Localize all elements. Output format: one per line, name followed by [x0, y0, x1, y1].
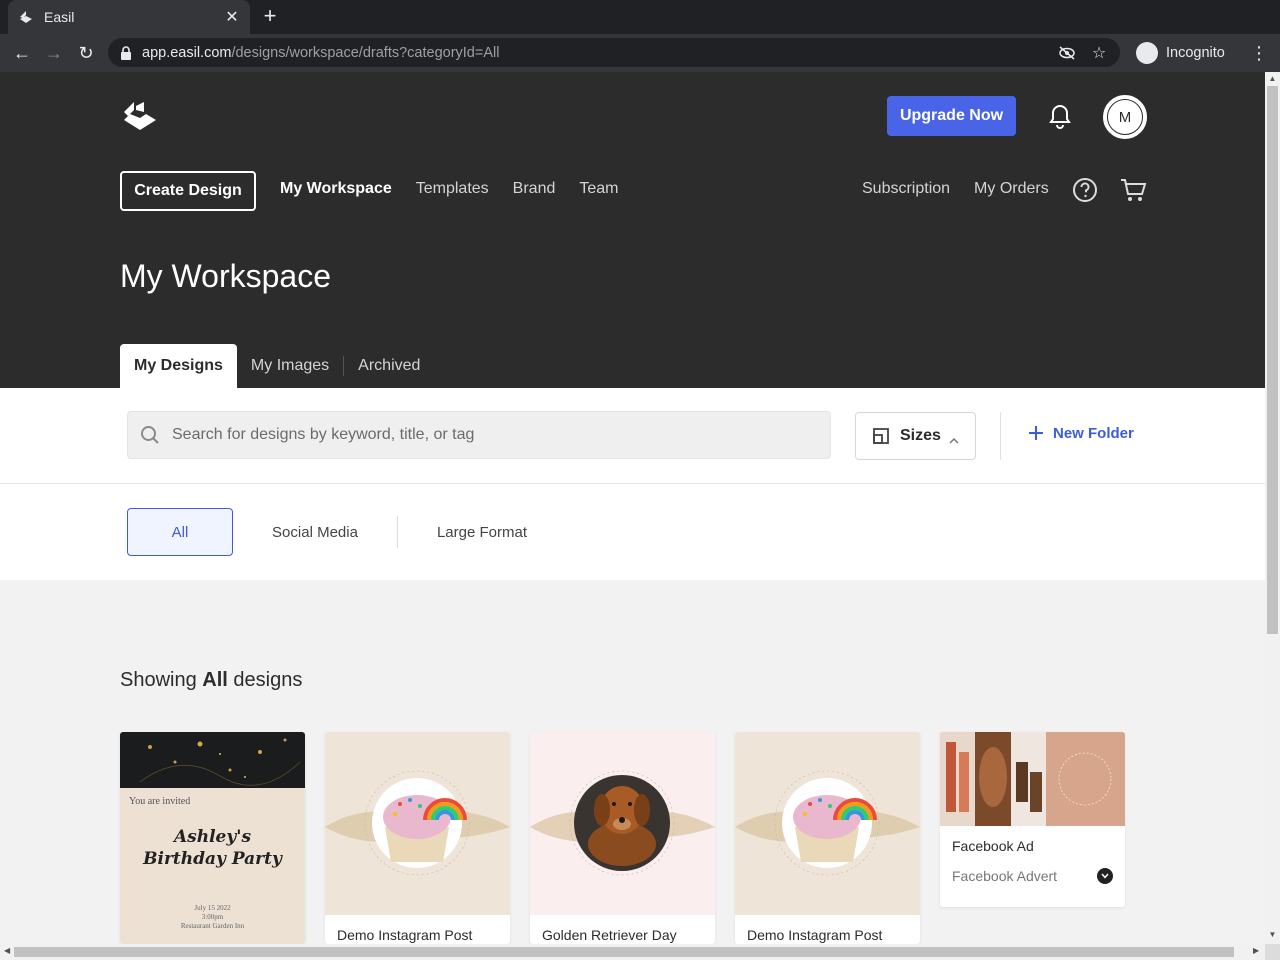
- star-icon[interactable]: ☆: [1090, 44, 1108, 62]
- nav-my-orders[interactable]: My Orders: [974, 180, 1049, 198]
- browser-menu-icon[interactable]: ⋮: [1250, 41, 1268, 65]
- search-toolbar: Sizes New Folder: [0, 388, 1265, 484]
- showing-category: All: [202, 669, 228, 691]
- back-icon[interactable]: ←: [10, 41, 34, 65]
- app-header: Upgrade Now M Create Design My Workspace…: [0, 72, 1265, 388]
- invite-details-line-1: July 15 2022: [194, 904, 231, 912]
- sizes-label: Sizes: [900, 427, 941, 444]
- showing-prefix: Showing: [120, 669, 197, 691]
- lock-icon: [120, 45, 132, 60]
- tab-close-icon[interactable]: ✕: [224, 7, 240, 27]
- category-filter-bar: All Social Media Large Format: [0, 484, 1265, 580]
- page-title: My Workspace: [120, 258, 332, 294]
- filter-divider: [397, 516, 398, 548]
- design-card-demo-instagram-2[interactable]: Demo Instagram Post: [735, 732, 920, 944]
- eye-slash-icon[interactable]: [1058, 44, 1076, 62]
- nav-templates[interactable]: Templates: [416, 180, 489, 198]
- invite-headline-line-2: Birthday Party: [143, 849, 282, 869]
- workspace-subtabs: My Designs My Images Archived: [120, 344, 434, 388]
- reload-icon[interactable]: ↻: [74, 41, 98, 65]
- scrollbar-corner: [1265, 944, 1280, 960]
- vertical-scroll-thumb[interactable]: [1267, 86, 1278, 634]
- new-folder-label: New Folder: [1053, 424, 1134, 442]
- scroll-right-arrow-icon[interactable]: ▶: [1253, 946, 1259, 955]
- design-thumbnail: [735, 732, 920, 915]
- incognito-label: Incognito: [1166, 44, 1225, 61]
- design-search-box[interactable]: [127, 411, 831, 459]
- horizontal-scroll-thumb[interactable]: [14, 947, 1234, 957]
- notifications-bell-icon[interactable]: [1046, 102, 1074, 130]
- design-thumbnail: [530, 732, 715, 915]
- nav-my-workspace[interactable]: My Workspace: [280, 180, 392, 198]
- help-icon[interactable]: [1072, 177, 1098, 203]
- url-text: app.easil.com/designs/workspace/drafts?c…: [142, 44, 500, 61]
- plus-icon: [1027, 424, 1045, 442]
- filter-all[interactable]: All: [127, 508, 233, 556]
- address-bar[interactable]: app.easil.com/designs/workspace/drafts?c…: [108, 38, 1120, 67]
- incognito-indicator[interactable]: Incognito: [1130, 39, 1231, 66]
- nav-brand[interactable]: Brand: [513, 180, 556, 198]
- design-card-demo-instagram[interactable]: Demo Instagram Post: [325, 732, 510, 944]
- browser-tab[interactable]: Easil ✕: [8, 0, 250, 34]
- new-folder-button[interactable]: New Folder: [1027, 424, 1134, 442]
- invite-headline: Ashley's Birthday Party: [120, 826, 305, 870]
- tab-my-designs[interactable]: My Designs: [120, 344, 237, 388]
- scroll-down-arrow-icon[interactable]: ▼: [1268, 930, 1277, 939]
- tab-my-images[interactable]: My Images: [237, 344, 343, 388]
- create-design-button[interactable]: Create Design: [120, 171, 256, 211]
- cart-icon[interactable]: [1119, 177, 1147, 203]
- scroll-left-arrow-icon[interactable]: ◀: [4, 946, 10, 955]
- sizes-dropdown[interactable]: Sizes: [855, 412, 976, 460]
- showing-suffix: designs: [233, 669, 303, 691]
- right-nav: Subscription My Orders: [862, 180, 1049, 198]
- forward-icon[interactable]: →: [42, 41, 66, 65]
- nav-team[interactable]: Team: [579, 180, 618, 198]
- search-icon: [140, 425, 160, 445]
- nav-subscription[interactable]: Subscription: [862, 180, 950, 198]
- filter-large-format[interactable]: Large Format: [418, 508, 546, 556]
- avatar-initial: M: [1107, 99, 1143, 135]
- main-nav: My Workspace Templates Brand Team: [280, 180, 619, 198]
- invite-details-line-3: Restaurant Garden Inn: [180, 922, 245, 930]
- browser-tabbar: Easil ✕ +: [0, 0, 1280, 34]
- design-card-facebook-ad[interactable]: Facebook Ad Facebook Advert: [940, 732, 1125, 907]
- showing-label: Showing All designs: [120, 669, 302, 692]
- filter-social-media[interactable]: Social Media: [252, 508, 378, 556]
- card-title: Demo Instagram Post: [337, 927, 473, 943]
- design-card-birthday[interactable]: You are invited Ashley's Birthday Party …: [120, 732, 305, 944]
- incognito-icon: [1136, 41, 1158, 64]
- card-title: Facebook Ad: [952, 838, 1034, 854]
- vertical-scrollbar[interactable]: ▲ ▼: [1265, 72, 1280, 944]
- invite-headline-line-1: Ashley's: [173, 827, 252, 847]
- new-tab-icon[interactable]: +: [258, 5, 282, 29]
- design-thumbnail: You are invited Ashley's Birthday Party …: [120, 732, 305, 944]
- easil-logo[interactable]: [122, 98, 158, 134]
- invite-details-line-2: 3:00pm: [201, 913, 224, 921]
- invite-line: You are invited: [129, 796, 191, 807]
- design-thumbnail: [940, 732, 1125, 826]
- user-avatar[interactable]: M: [1103, 95, 1147, 139]
- design-card-golden-retriever[interactable]: Golden Retriever Day: [530, 732, 715, 944]
- design-thumbnail: [325, 732, 510, 915]
- card-title: Demo Instagram Post: [747, 927, 883, 943]
- tab-title: Easil: [44, 9, 75, 25]
- horizontal-scrollbar[interactable]: ◀ ▶: [0, 944, 1265, 960]
- upgrade-now-button[interactable]: Upgrade Now: [887, 96, 1016, 136]
- browser-toolbar: ← → ↻ app.easil.com/designs/workspace/dr…: [0, 34, 1280, 72]
- easil-favicon-icon: [18, 9, 34, 25]
- card-footer: Facebook Advert: [940, 854, 1125, 898]
- search-input[interactable]: [172, 426, 818, 444]
- scroll-up-arrow-icon[interactable]: ▲: [1268, 74, 1277, 83]
- invite-details: July 15 2022 3:00pm Restaurant Garden In…: [120, 904, 305, 931]
- resize-icon: [872, 427, 890, 445]
- card-title: Golden Retriever Day: [542, 927, 677, 943]
- toolbar-divider: [1000, 412, 1001, 460]
- chevron-up-icon: [949, 432, 959, 444]
- tab-archived[interactable]: Archived: [344, 344, 434, 388]
- card-subtitle: Facebook Advert: [952, 868, 1058, 884]
- card-menu-chevron-icon[interactable]: [1097, 868, 1113, 884]
